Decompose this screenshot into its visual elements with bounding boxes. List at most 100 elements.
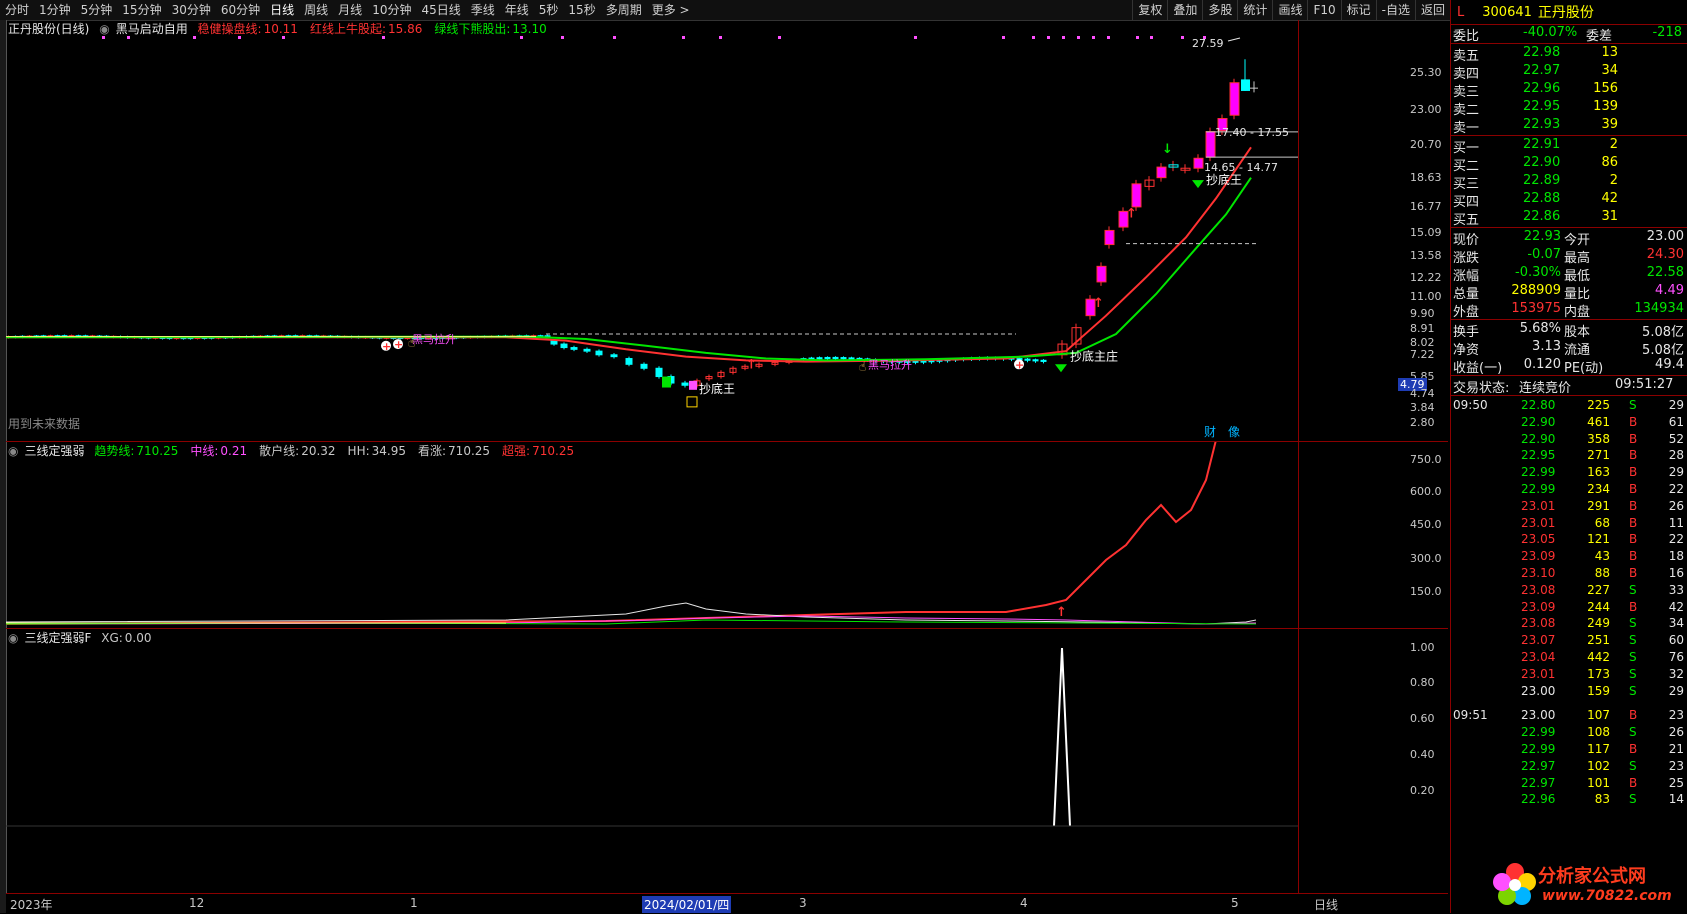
signal-dot [520,36,523,39]
signal-dot [238,36,241,39]
candlestick-chart[interactable]: 27.5917.40 - 17.5514.65 - 14.77抄底王黑马拉升抄底… [6,36,1298,441]
trade-side: S [1629,398,1637,412]
trade-volume: 173 [1587,666,1610,681]
price-tick: 16.77 [1410,200,1442,213]
toolbar-button-4[interactable]: 画线 [1272,0,1307,20]
level-price[interactable]: 22.89 [1523,173,1560,188]
rally-candle [1168,160,1179,172]
toolbar-button-6[interactable]: 标记 [1340,0,1376,20]
stock-name[interactable]: 正丹股份 [1538,2,1594,22]
level-price[interactable]: 22.88 [1523,191,1560,206]
stat2-row: 净资 3.13 流通 5.08亿 [1451,338,1687,358]
candle [729,366,737,375]
trade-price: 23.08 [1521,582,1556,597]
toolbar-button-label: 复权 [1138,3,1163,17]
price-tick: 4.74 [1410,387,1435,400]
tab-6[interactable]: 日线 [265,0,299,20]
signal-dot [561,36,564,39]
toolbar-button-label: 返回 [1420,3,1445,17]
toolbar-button-0[interactable]: 复权 [1132,0,1167,20]
trade-count: 21 [1668,742,1684,756]
toolbar-button-label: 多股 [1208,3,1233,17]
tab-3[interactable]: 15分钟 [117,0,166,20]
tab-2[interactable]: 5分钟 [76,0,118,20]
annotation-range1: 17.40 - 17.55 [1215,126,1289,139]
level-volume: 39 [1601,117,1618,132]
trade-volume: 227 [1587,582,1610,597]
xg-signal-chart[interactable] [6,629,1298,893]
level-price[interactable]: 22.95 [1523,99,1560,114]
level-price[interactable]: 22.93 [1523,117,1560,132]
level-price[interactable]: 22.90 [1523,155,1560,170]
level-volume: 86 [1601,155,1618,170]
tab-0[interactable]: 分时 [0,0,34,20]
toolbar-button-5[interactable]: F10 [1307,0,1340,20]
signal-dot [1107,36,1110,39]
stat-value: 288909 [1511,283,1561,298]
stat-value: 0.120 [1523,357,1561,372]
tab-13[interactable]: 5秒 [534,0,564,20]
tab-8[interactable]: 月线 [333,0,367,20]
tab-5[interactable]: 60分钟 [216,0,265,20]
level-volume: 42 [1601,191,1618,206]
price-tick: 25.30 [1410,66,1442,79]
trade-volume: 121 [1587,532,1610,547]
tab-9[interactable]: 10分钟 [367,0,416,20]
strength-indicator-chart[interactable]: ↑ [6,442,1298,628]
tab-7[interactable]: 周线 [299,0,333,20]
trade-price: 23.09 [1521,599,1556,614]
price-tick: 23.00 [1410,103,1442,116]
level-price[interactable]: 22.86 [1523,209,1560,224]
trade-volume: 291 [1587,498,1610,513]
logo-text: 分析家公式网 [1538,866,1646,887]
tab-15[interactable]: 多周期 [601,0,647,20]
level-price[interactable]: 22.96 [1523,81,1560,96]
trade-side: B [1629,708,1638,723]
price-tick: 18.63 [1410,171,1442,184]
tab-10[interactable]: 45日线 [416,0,465,20]
toolbar-button-8[interactable]: 返回 [1414,0,1450,20]
last-candle-body [1241,79,1250,91]
trade-price: 22.96 [1521,792,1556,807]
toolbar-button-2[interactable]: 多股 [1202,0,1237,20]
stock-title: 正丹股份(日线) [8,22,90,36]
price-tick: 8.91 [1410,322,1435,335]
tab-4[interactable]: 30分钟 [167,0,216,20]
trade-volume: 159 [1587,683,1610,698]
tab-14[interactable]: 15秒 [563,0,600,20]
trade-count: 22 [1668,532,1684,547]
annotation-label2: 黑马拉升 [412,332,456,346]
toolbar-button-label: 标记 [1346,3,1371,17]
quote-header: L 300641 正丹股份 [1451,0,1687,25]
rally-candle [1229,78,1240,120]
level-price[interactable]: 22.98 [1523,45,1560,60]
candle [655,366,663,379]
panel3-tick: 0.20 [1410,784,1435,797]
price-tick: 12.22 [1410,271,1442,284]
trade-count: 23 [1668,708,1684,723]
trade-price: 23.01 [1521,666,1556,681]
trade-row: 22.90 461 B 61 [1451,414,1687,432]
level-price[interactable]: 22.97 [1523,63,1560,78]
tab-11[interactable]: 季线 [466,0,500,20]
price-tick: 15.09 [1410,226,1442,239]
trade-count: 76 [1668,650,1684,664]
toolbar-button-3[interactable]: 统计 [1237,0,1272,20]
svg-text:+: + [1015,358,1024,371]
rally-candle [1104,226,1115,249]
candle [705,374,713,381]
trade-volume: 461 [1587,414,1610,429]
tab-12[interactable]: 年线 [500,0,534,20]
tab-16[interactable]: 更多 > [647,0,695,20]
indicator-toggle-icon[interactable]: ◉ [99,22,109,36]
trade-count: 42 [1668,599,1684,614]
level-price[interactable]: 22.91 [1523,137,1560,152]
tab-1[interactable]: 1分钟 [34,0,76,20]
x-tick: 1 [410,896,418,910]
toolbar-button-1[interactable]: 叠加 [1167,0,1202,20]
trade-side: B [1629,775,1638,790]
trade-row: 23.07 251 S 60 [1451,632,1687,650]
toolbar-button-7[interactable]: -自选 [1375,0,1415,20]
trade-price: 23.10 [1521,566,1556,580]
price-tick: 9.90 [1410,307,1435,320]
